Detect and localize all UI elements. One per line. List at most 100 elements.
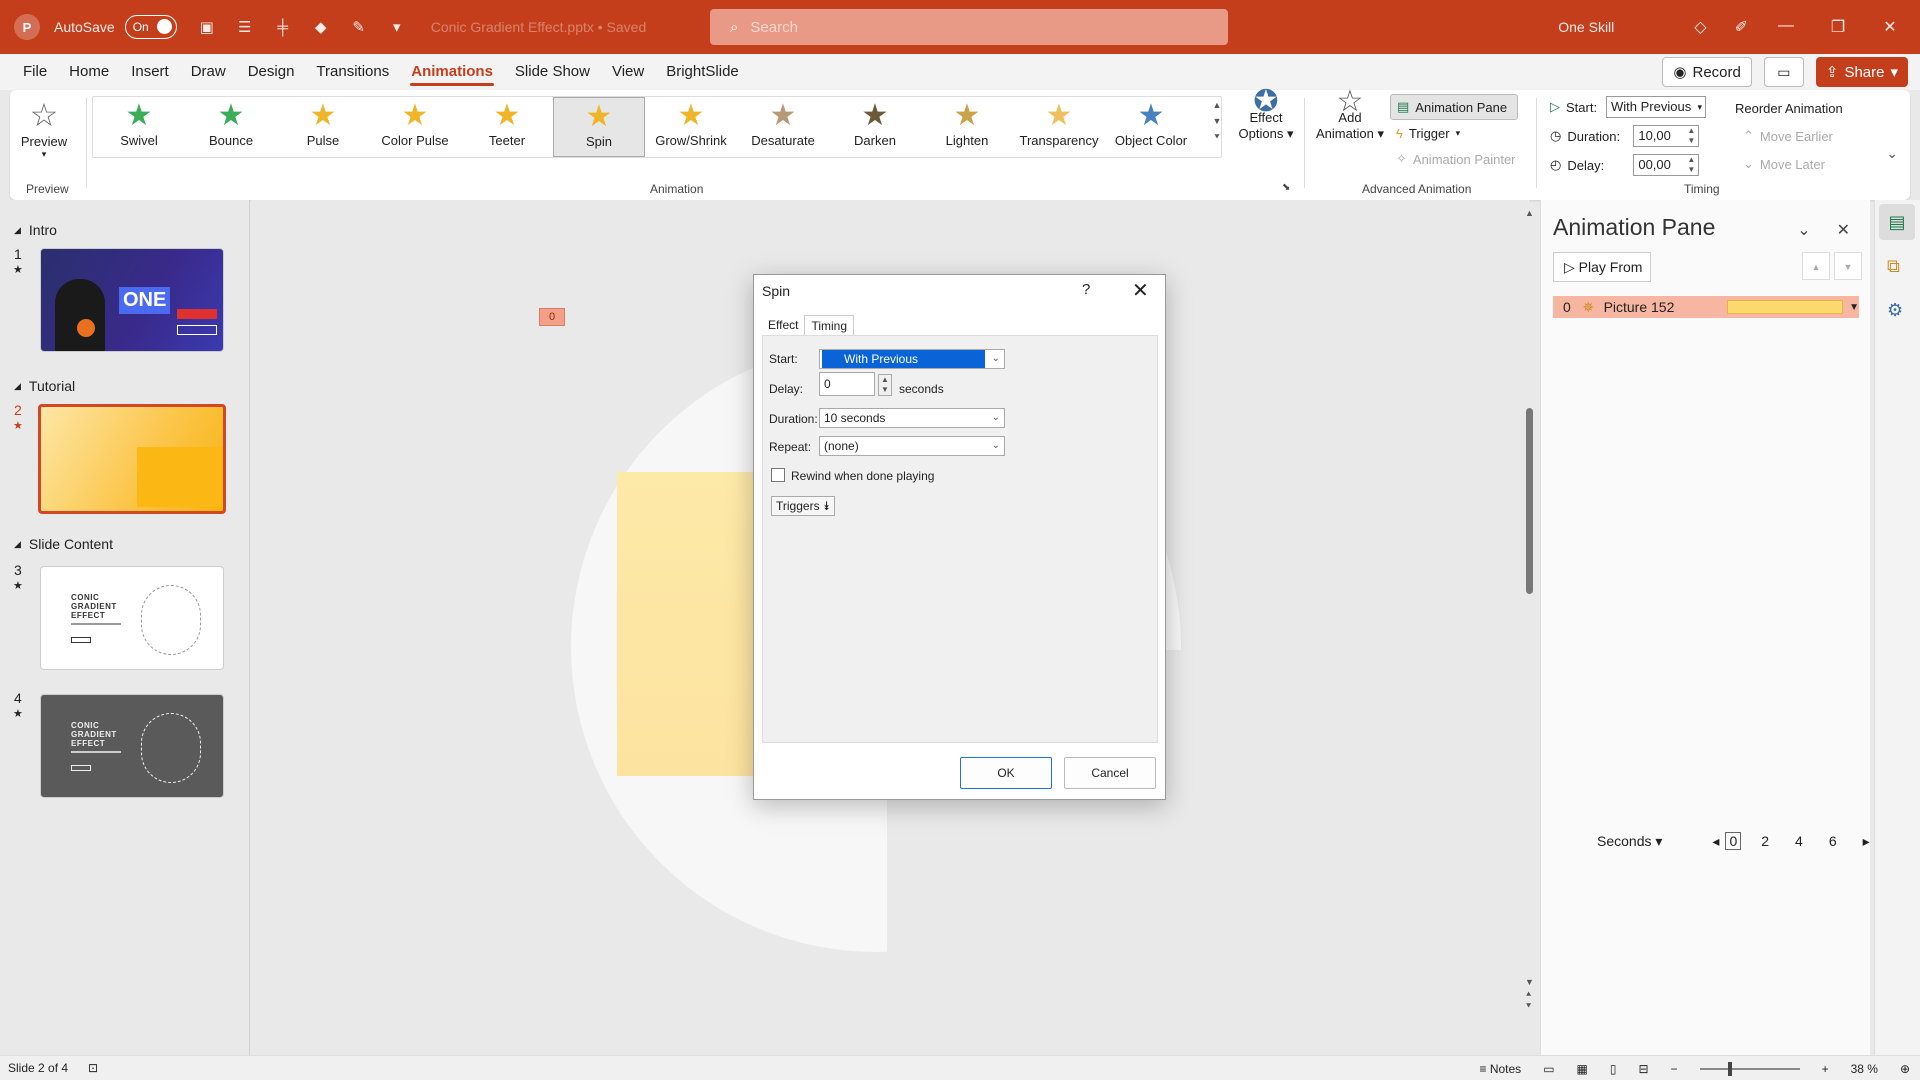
designer-icon[interactable]: ⚙ xyxy=(1887,300,1903,321)
animation-spin[interactable]: ★ Spin xyxy=(553,97,645,157)
tab-transitions[interactable]: Transitions xyxy=(305,54,400,90)
scroll-up-icon[interactable]: ▲ xyxy=(1213,100,1222,110)
more-icon[interactable]: ⯆ xyxy=(1213,132,1220,143)
preview-button[interactable]: ☆ Preview ▾ xyxy=(16,96,72,160)
animation-object-color[interactable]: ★ Object Color xyxy=(1105,97,1197,157)
format-painter-icon[interactable]: ✎ xyxy=(349,17,369,37)
diamond-icon[interactable]: ◇ xyxy=(1694,17,1706,37)
animation-list-item[interactable]: 0 ✵ Picture 152 ▼ xyxy=(1553,296,1859,318)
restore-icon[interactable]: ❐ xyxy=(1830,17,1846,37)
normal-view-icon[interactable]: ▭ xyxy=(1543,1062,1554,1076)
section-tutorial[interactable]: ◢ Tutorial xyxy=(14,378,75,394)
gallery-scroll[interactable]: ▲ ▼ ⯆ xyxy=(1210,96,1224,160)
vertical-scrollbar[interactable]: ▲ ▼ ⯅ ⯆ xyxy=(1523,200,1537,1030)
animation-desaturate[interactable]: ★ Desaturate xyxy=(737,97,829,157)
section-intro[interactable]: ◢ Intro xyxy=(14,222,57,238)
animation-bounce[interactable]: ★ Bounce xyxy=(185,97,277,157)
close-icon[interactable]: ✕ xyxy=(1132,278,1149,303)
scroll-down-icon[interactable]: ▼ ⯅ ⯆ xyxy=(1525,976,1534,1012)
tab-view[interactable]: View xyxy=(601,54,655,90)
close-pane-icon[interactable]: ✕ xyxy=(1837,220,1850,240)
autosave-toggle[interactable]: On xyxy=(124,15,177,39)
touch-mode-icon[interactable]: ☰ xyxy=(235,17,255,37)
effect-options-button[interactable]: ✪ Effect Options ▾ xyxy=(1236,87,1296,142)
animation-darken[interactable]: ★ Darken xyxy=(829,97,921,157)
picture-152[interactable] xyxy=(617,472,757,776)
move-down-icon[interactable]: ▼ xyxy=(1834,252,1862,280)
save-icon[interactable]: ▣ xyxy=(197,17,217,37)
repeat-select[interactable]: (none) ⌄ xyxy=(819,436,1005,456)
pen-icon[interactable]: ✐ xyxy=(1735,17,1748,37)
animation-grow-shrink[interactable]: ★ Grow/Shrink xyxy=(645,97,737,157)
scroll-up-icon[interactable]: ▲ xyxy=(1525,208,1534,218)
spin-arrows-icon[interactable]: ▲ ▼ xyxy=(1687,126,1695,146)
scroll-left-icon[interactable]: ◂ xyxy=(1712,833,1719,850)
animation-color-pulse[interactable]: ★ Color Pulse xyxy=(369,97,461,157)
shape-fill-icon[interactable]: ◆ xyxy=(311,17,331,37)
zoom-level[interactable]: 38 % xyxy=(1851,1062,1878,1076)
record-button[interactable]: ◉ Record xyxy=(1662,57,1752,87)
notes-button[interactable]: ≡ Notes xyxy=(1479,1062,1521,1076)
slide-thumbnail-3[interactable]: CONIC GRADIENT EFFECT xyxy=(40,566,224,670)
ok-button[interactable]: OK xyxy=(960,757,1052,789)
seconds-dropdown[interactable]: Seconds ▾ xyxy=(1597,833,1662,850)
play-from-button[interactable]: ▷ Play From xyxy=(1553,252,1651,282)
start-select[interactable]: With Previous ▾ xyxy=(1606,96,1706,118)
animation-pane-icon[interactable]: ▤ xyxy=(1879,204,1915,240)
animation-pulse[interactable]: ★ Pulse xyxy=(277,97,369,157)
dialog-launcher-icon[interactable]: ⬊ xyxy=(1282,182,1290,193)
triggers-button[interactable]: Triggers ⯯ xyxy=(771,496,836,516)
tab-draw[interactable]: Draw xyxy=(180,54,237,90)
tab-animations[interactable]: Animations xyxy=(400,54,504,90)
animation-order-badge[interactable]: 0 xyxy=(539,308,565,326)
scroll-right-icon[interactable]: ▸ xyxy=(1863,833,1870,850)
start-select[interactable]: With Previous ⌄ xyxy=(819,349,1005,369)
comments-button[interactable]: ▭ xyxy=(1763,57,1804,87)
duration-select[interactable]: 10 seconds ⌄ xyxy=(819,408,1005,428)
animation-painter-button[interactable]: ✧ Animation Painter xyxy=(1390,146,1522,172)
scroll-down-icon[interactable]: ▼ xyxy=(1213,116,1222,126)
selection-pane-icon[interactable]: ⧉ xyxy=(1887,256,1900,277)
move-up-icon[interactable]: ▲ xyxy=(1802,252,1830,280)
spin-arrows-icon[interactable]: ▲ ▼ xyxy=(1687,155,1695,175)
share-button[interactable]: ⇪ Share ▾ xyxy=(1815,57,1908,87)
tab-insert[interactable]: Insert xyxy=(120,54,180,90)
align-icon[interactable]: ╪ xyxy=(273,17,293,37)
customize-qat-icon[interactable]: ▾ xyxy=(387,17,407,37)
duration-spinner[interactable]: 10,00 ▲ ▼ xyxy=(1633,125,1700,147)
rewind-checkbox[interactable] xyxy=(771,468,785,482)
move-later-button[interactable]: ⌄ Move Later xyxy=(1735,150,1885,178)
animation-lighten[interactable]: ★ Lighten xyxy=(921,97,1013,157)
chevron-down-icon[interactable]: ⌄ xyxy=(1797,220,1810,240)
add-animation-button[interactable]: ☆ Add Animation ▾ xyxy=(1310,87,1390,142)
tab-effect[interactable]: Effect xyxy=(762,315,804,335)
help-icon[interactable]: ? xyxy=(1082,281,1090,298)
slide-thumbnail-1[interactable]: ONE xyxy=(40,248,224,352)
animation-transparency[interactable]: ★ Transparency xyxy=(1013,97,1105,157)
animation-swivel[interactable]: ★ Swivel xyxy=(93,97,185,157)
tab-brightslide[interactable]: BrightSlide xyxy=(655,54,750,90)
user-name[interactable]: One Skill xyxy=(1558,19,1614,35)
zoom-in-icon[interactable]: + xyxy=(1822,1062,1829,1076)
section-slide-content[interactable]: ◢ Slide Content xyxy=(14,536,113,552)
move-earlier-button[interactable]: ⌃ Move Earlier xyxy=(1735,122,1885,150)
accessibility-icon[interactable]: ⊡ xyxy=(88,1061,98,1075)
fit-slide-icon[interactable]: ⊕ xyxy=(1900,1062,1910,1076)
slide-sorter-icon[interactable]: ▦ xyxy=(1577,1062,1588,1076)
tab-timing[interactable]: Timing xyxy=(804,315,855,335)
item-dropdown-icon[interactable]: ▼ xyxy=(1849,302,1859,313)
tab-file[interactable]: File xyxy=(12,54,58,90)
delay-spinner[interactable]: 0 ▲ ▼ xyxy=(819,372,892,396)
cancel-button[interactable]: Cancel xyxy=(1064,757,1156,789)
slideshow-icon[interactable]: ⊟ xyxy=(1638,1062,1648,1076)
spin-arrows-icon[interactable]: ▲ ▼ xyxy=(878,374,892,396)
zoom-slider-knob[interactable] xyxy=(1727,1061,1732,1076)
minimize-icon[interactable]: — xyxy=(1778,17,1794,37)
animation-pane-button[interactable]: ▤ Animation Pane xyxy=(1390,94,1518,120)
collapse-ribbon-icon[interactable]: ⌄ xyxy=(1886,145,1898,162)
delay-spinner[interactable]: 00,00 ▲ ▼ xyxy=(1633,154,1700,176)
close-window-icon[interactable]: ✕ xyxy=(1882,17,1898,37)
search-box[interactable]: ⌕ Search xyxy=(710,9,1228,45)
slide-thumbnail-4[interactable]: CONIC GRADIENT EFFECT xyxy=(40,694,224,798)
slide-thumbnail-2[interactable] xyxy=(38,404,226,514)
